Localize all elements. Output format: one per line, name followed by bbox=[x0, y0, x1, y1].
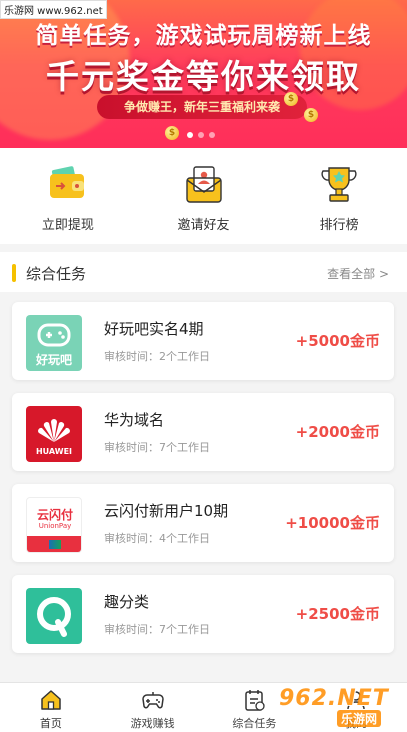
invite-friends-button[interactable]: 邀请好友 bbox=[136, 148, 272, 244]
task-list: 好玩吧 好玩吧实名4期 审核时间：2个工作日 +5000金币 HUAWEI 华为… bbox=[0, 292, 407, 682]
task-name: 趣分类 bbox=[104, 593, 150, 611]
banner-subheadline: 千元奖金等你来领取 bbox=[46, 57, 361, 96]
unionpay-logo-text: 云闪付 bbox=[36, 508, 73, 522]
task-name: 云闪付新用户10期 bbox=[104, 502, 229, 520]
site-logo-watermark: 962.NET 乐游网 bbox=[275, 686, 401, 728]
task-review-time: 审核时间：7个工作日 bbox=[104, 441, 210, 454]
view-all-link[interactable]: 查看全部 > bbox=[327, 265, 389, 282]
nav-home-label: 首页 bbox=[39, 717, 62, 730]
task-review-time: 审核时间：2个工作日 bbox=[104, 350, 210, 363]
banner-pill: 争做赚王，新年三重福利来袭 bbox=[97, 95, 307, 119]
task-reward: +2000金币 bbox=[295, 423, 380, 441]
section-accent-bar bbox=[12, 264, 16, 282]
haowanba-logo: 好玩吧 bbox=[26, 315, 82, 371]
task-review-time: 审核时间：4个工作日 bbox=[104, 532, 210, 545]
haowanba-logo-text: 好玩吧 bbox=[35, 353, 72, 367]
invite-friends-label: 邀请好友 bbox=[177, 218, 230, 233]
huawei-logo-text: HUAWEI bbox=[35, 447, 73, 456]
carousel-indicator[interactable] bbox=[187, 132, 215, 138]
nav-home[interactable]: 首页 bbox=[0, 683, 102, 732]
withdraw-button[interactable]: 立即提现 bbox=[0, 148, 136, 244]
section-header: 综合任务 查看全部 > bbox=[0, 252, 407, 292]
coin-icon: $ bbox=[304, 108, 318, 122]
task-reward: +10000金币 bbox=[285, 514, 380, 532]
task-icon bbox=[245, 690, 266, 711]
task-name: 好玩吧实名4期 bbox=[104, 320, 204, 338]
task-reward: +5000金币 bbox=[295, 332, 380, 350]
leaderboard-label: 排行榜 bbox=[319, 218, 359, 233]
coin-icon: $ bbox=[284, 92, 298, 106]
task-card[interactable]: HUAWEI 华为域名 审核时间：7个工作日 +2000金币 bbox=[12, 393, 394, 471]
site-logo-text: 962.NET bbox=[279, 686, 389, 711]
task-card[interactable]: 趣分类 审核时间：7个工作日 +2500金币 bbox=[12, 575, 394, 653]
nav-tasks-label: 综合任务 bbox=[232, 717, 277, 730]
withdraw-label: 立即提现 bbox=[41, 218, 94, 233]
qufenlei-logo bbox=[26, 588, 82, 644]
task-reward: +2500金币 bbox=[295, 605, 380, 623]
leaderboard-button[interactable]: 排行榜 bbox=[271, 148, 407, 244]
banner-headline: 简单任务，游戏试玩周榜新上线 bbox=[35, 23, 372, 49]
carousel-dot[interactable] bbox=[209, 132, 215, 138]
invite-envelope-icon bbox=[185, 166, 222, 203]
quick-actions: 立即提现 邀请好友 排行榜 bbox=[0, 148, 407, 244]
task-card[interactable]: 云闪付 UnionPay 云闪付新用户10期 审核时间：4个工作日 +10000… bbox=[12, 484, 394, 562]
section-title: 综合任务 bbox=[26, 265, 87, 283]
home-icon bbox=[41, 690, 61, 710]
task-card[interactable]: 好玩吧 好玩吧实名4期 审核时间：2个工作日 +5000金币 bbox=[12, 302, 394, 380]
unionpay-logo-subtext: UnionPay bbox=[38, 522, 72, 530]
nav-game-earn-label: 游戏赚钱 bbox=[130, 717, 175, 730]
carousel-dot[interactable] bbox=[187, 132, 193, 138]
unionpay-logo: 云闪付 UnionPay bbox=[26, 497, 82, 553]
carousel-dot[interactable] bbox=[198, 132, 204, 138]
task-review-time: 审核时间：7个工作日 bbox=[104, 623, 210, 636]
wallet-icon bbox=[49, 166, 84, 198]
trophy-icon bbox=[321, 167, 357, 202]
site-logo-subtext: 乐游网 bbox=[337, 710, 382, 727]
coin-icon: $ bbox=[165, 126, 179, 140]
gamepad-icon bbox=[141, 692, 164, 709]
nav-game-earn[interactable]: 游戏赚钱 bbox=[102, 683, 204, 732]
huawei-logo: HUAWEI bbox=[26, 406, 82, 462]
promo-banner[interactable]: 乐游网 www.962.net 简单任务，游戏试玩周榜新上线 千元奖金等你来领取… bbox=[0, 0, 407, 148]
task-name: 华为域名 bbox=[104, 411, 165, 429]
